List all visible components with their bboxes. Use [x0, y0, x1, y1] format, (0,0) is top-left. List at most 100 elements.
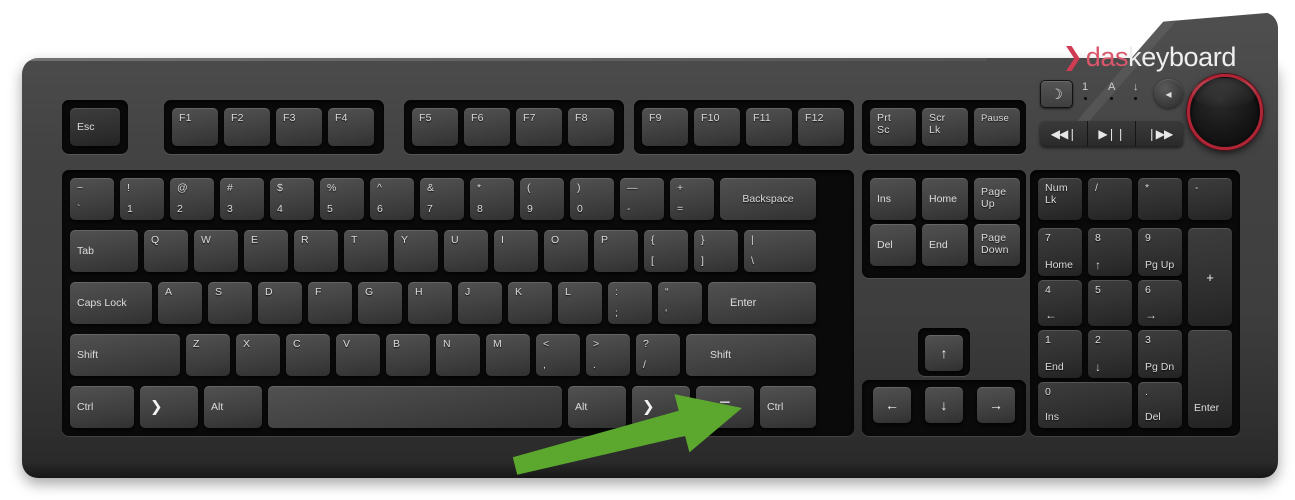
key-print-screen[interactable]: Prt Sc [870, 108, 916, 146]
key-numpad-divide[interactable]: / [1088, 178, 1132, 220]
key-shift-right[interactable]: Shift [686, 334, 816, 376]
mute-button[interactable]: ◂ [1154, 79, 1183, 108]
key-numpad-4[interactable]: 4 ← [1038, 280, 1082, 326]
key-x[interactable]: X [236, 334, 280, 376]
key-numpad-enter[interactable]: Enter [1188, 330, 1232, 428]
key-r[interactable]: R [294, 230, 338, 272]
key-f1[interactable]: F1 [172, 108, 218, 146]
key-menu[interactable]: ☰ [696, 386, 754, 428]
media-next-button[interactable]: ❘▶▶ [1136, 121, 1183, 146]
key-1[interactable]: ! 1 [120, 178, 164, 220]
key-bracket-left[interactable]: {[ [644, 230, 688, 272]
key-numpad-multiply[interactable]: * [1138, 178, 1182, 220]
key-alt-right[interactable]: Alt [568, 386, 626, 428]
key-numpad-8[interactable]: 8 ↑ [1088, 228, 1132, 276]
key-f9[interactable]: F9 [642, 108, 688, 146]
key-numpad-6[interactable]: 6 → [1138, 280, 1182, 326]
key-f12[interactable]: F12 [798, 108, 844, 146]
key-num-lock[interactable]: Num Lk [1038, 178, 1082, 220]
key-comma[interactable]: <, [536, 334, 580, 376]
key-e[interactable]: E [244, 230, 288, 272]
key-bracket-right[interactable]: }] [694, 230, 738, 272]
key-slash[interactable]: ? / [636, 334, 680, 376]
key-z[interactable]: Z [186, 334, 230, 376]
key-0[interactable]: ) 0 [570, 178, 614, 220]
key-9[interactable]: (9 [520, 178, 564, 220]
key-numpad-subtract[interactable]: - [1188, 178, 1232, 220]
media-previous-button[interactable]: ◀◀❘ [1040, 121, 1088, 146]
key-numpad-0[interactable]: 0 Ins [1038, 382, 1132, 428]
key-period[interactable]: >. [586, 334, 630, 376]
key-n[interactable]: N [436, 334, 480, 376]
key-s[interactable]: S [208, 282, 252, 324]
key-y[interactable]: Y [394, 230, 438, 272]
key-f8[interactable]: F8 [568, 108, 614, 146]
key-d[interactable]: D [258, 282, 302, 324]
key-enter[interactable]: Enter [708, 282, 816, 324]
key-p[interactable]: P [594, 230, 638, 272]
key-numpad-decimal[interactable]: . Del [1138, 382, 1182, 428]
key-backspace[interactable]: Backspace [720, 178, 816, 220]
key-shift-left[interactable]: Shift [70, 334, 180, 376]
key-3[interactable]: #3 [220, 178, 264, 220]
key-numpad-9[interactable]: 9 Pg Up [1138, 228, 1182, 276]
key-f2[interactable]: F2 [224, 108, 270, 146]
key-f10[interactable]: F10 [694, 108, 740, 146]
key-w[interactable]: W [194, 230, 238, 272]
key-page-up[interactable]: Page Up [974, 178, 1020, 220]
key-home[interactable]: Home [922, 178, 968, 220]
key-scroll-lock[interactable]: Scr Lk [922, 108, 968, 146]
key-numpad-5[interactable]: 5 [1088, 280, 1132, 326]
key-2[interactable]: @2 [170, 178, 214, 220]
key-ctrl-right[interactable]: Ctrl [760, 386, 816, 428]
key-page-down[interactable]: Page Down [974, 224, 1020, 266]
key-k[interactable]: K [508, 282, 552, 324]
key-super-left[interactable]: ❯ [140, 386, 198, 428]
key-7[interactable]: & 7 [420, 178, 464, 220]
key-arrow-left[interactable]: ← [873, 387, 911, 423]
key-5[interactable]: % 5 [320, 178, 364, 220]
key-8[interactable]: * 8 [470, 178, 514, 220]
key-numpad-3[interactable]: 3 Pg Dn [1138, 330, 1182, 378]
key-equals[interactable]: + = [670, 178, 714, 220]
key-caps-lock[interactable]: Caps Lock [70, 282, 152, 324]
key-end[interactable]: End [922, 224, 968, 266]
key-h[interactable]: H [408, 282, 452, 324]
key-a[interactable]: A [158, 282, 202, 324]
key-f3[interactable]: F3 [276, 108, 322, 146]
key-arrow-right[interactable]: → [977, 387, 1015, 423]
key-g[interactable]: G [358, 282, 402, 324]
key-f5[interactable]: F5 [412, 108, 458, 146]
key-6[interactable]: ^ 6 [370, 178, 414, 220]
key-u[interactable]: U [444, 230, 488, 272]
key-numpad-1[interactable]: 1 End [1038, 330, 1082, 378]
key-semicolon[interactable]: :; [608, 282, 652, 324]
key-backtick[interactable]: ~ ` [70, 178, 114, 220]
key-alt-left[interactable]: Alt [204, 386, 262, 428]
key-backslash[interactable]: | \ [744, 230, 816, 272]
media-playpause-button[interactable]: ▶❘❘ [1088, 121, 1136, 146]
key-t[interactable]: T [344, 230, 388, 272]
key-delete[interactable]: Del [870, 224, 916, 266]
key-arrow-up[interactable]: ↑ [925, 335, 963, 371]
key-ctrl-left[interactable]: Ctrl [70, 386, 134, 428]
key-4[interactable]: $4 [270, 178, 314, 220]
key-i[interactable]: I [494, 230, 538, 272]
key-m[interactable]: M [486, 334, 530, 376]
key-j[interactable]: J [458, 282, 502, 324]
key-numpad-7[interactable]: 7 Home [1038, 228, 1082, 276]
key-l[interactable]: L [558, 282, 602, 324]
key-minus[interactable]: — - [620, 178, 664, 220]
key-q[interactable]: Q [144, 230, 188, 272]
sleep-button[interactable]: ☽ [1040, 80, 1073, 108]
key-insert[interactable]: Ins [870, 178, 916, 220]
key-v[interactable]: V [336, 334, 380, 376]
key-c[interactable]: C [286, 334, 330, 376]
key-f6[interactable]: F6 [464, 108, 510, 146]
key-numpad-add[interactable]: + [1188, 228, 1232, 326]
volume-knob[interactable] [1187, 74, 1263, 150]
key-f11[interactable]: F11 [746, 108, 792, 146]
key-pause[interactable]: Pause [974, 108, 1020, 146]
key-b[interactable]: B [386, 334, 430, 376]
key-space[interactable] [268, 386, 562, 428]
